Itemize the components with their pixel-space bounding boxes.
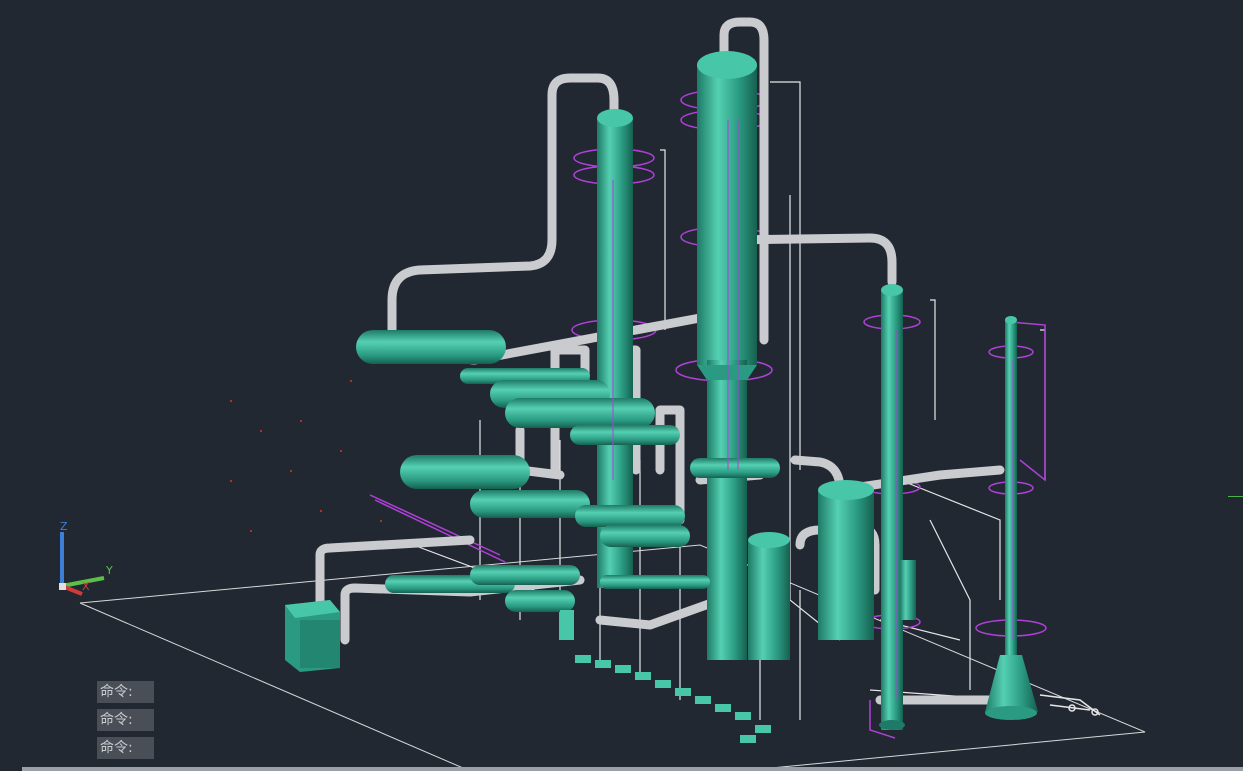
crosshair-cursor	[1228, 496, 1243, 497]
model-viewport[interactable]: Z Y X 命令: 命令: 命令:	[0, 0, 1243, 771]
point-cloud	[230, 380, 382, 532]
z-axis-label: Z	[60, 520, 68, 533]
distillation-column-3[interactable]	[879, 284, 905, 730]
command-history: 命令: 命令: 命令:	[97, 681, 154, 765]
plant-3d-scene[interactable]	[0, 0, 1243, 771]
command-history-line: 命令:	[97, 681, 154, 703]
y-axis-label: Y	[106, 564, 113, 577]
distillation-column-4[interactable]	[985, 316, 1038, 720]
x-axis-label: X	[82, 580, 90, 593]
piping-fittings	[1039, 694, 1101, 716]
ucs-axis-icon: Z Y X	[52, 518, 122, 598]
command-history-line: 命令:	[97, 737, 154, 759]
package-unit[interactable]	[285, 600, 340, 672]
command-history-line: 命令:	[97, 709, 154, 731]
command-line-edge[interactable]	[22, 767, 1243, 771]
